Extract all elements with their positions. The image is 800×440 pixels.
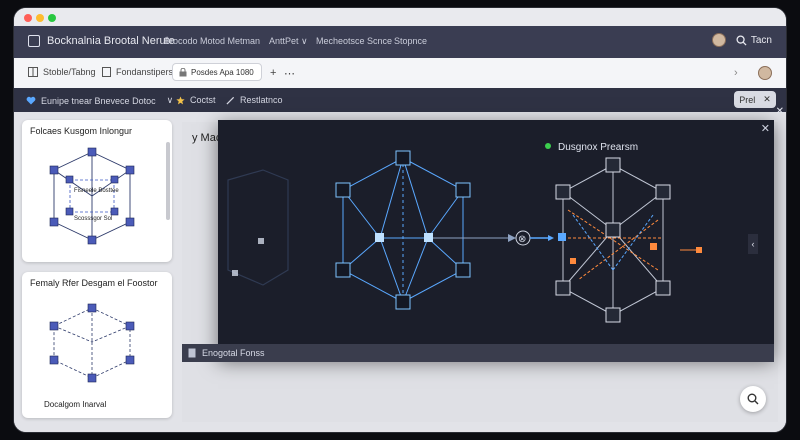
diagram-overlay[interactable]: ✕ ⊗ Dusgnox Prearsm ✕ bbox=[218, 106, 784, 358]
toolbar-item-2[interactable]: Fondanstiperst bbox=[102, 67, 176, 77]
search-button[interactable]: Tacn bbox=[736, 35, 772, 46]
close-icon: ✕ bbox=[763, 94, 771, 104]
toolbar-input[interactable]: Posdes Apa 1080 bbox=[172, 63, 262, 81]
avatar[interactable] bbox=[711, 33, 726, 47]
menu-item-4[interactable]: Stopnce bbox=[394, 36, 427, 46]
cube-diagram-small: Fisneele Bosttee Scosssgor Sol bbox=[49, 147, 135, 245]
pen-icon bbox=[226, 96, 235, 105]
close-window-button[interactable] bbox=[24, 14, 32, 22]
card-2-title: Femaly Rfer Desgam el Foostor bbox=[30, 278, 158, 288]
subbar-item-2-label: Coctst bbox=[190, 95, 216, 105]
diagram-card-1[interactable]: Folcaes Kusgom Inlongur Fisneele Bosttee bbox=[22, 120, 172, 262]
main-heading: y Mac bbox=[192, 132, 222, 144]
document-icon bbox=[102, 67, 111, 77]
toolbar-item-1-label: Stoble/Tabng bbox=[43, 67, 96, 77]
menu-bar: Bocknalnia Brootal Nerute Brocodo Motod … bbox=[14, 26, 786, 58]
maximize-window-button[interactable] bbox=[48, 14, 56, 22]
toolbar-item-1[interactable]: Stoble/Tabng bbox=[28, 67, 96, 77]
card-2-caption: Docalgom Inarval bbox=[44, 400, 107, 409]
toolbar-item-2-label: Fondanstiperst bbox=[116, 67, 176, 77]
search-label: Tacn bbox=[750, 34, 772, 46]
panel-close-button[interactable]: Prel ✕ bbox=[734, 91, 776, 108]
toolbar-input-value: Posdes Apa 1080 bbox=[191, 67, 254, 77]
favorite-item[interactable]: Eunipe tnear Bnevece Dotoc ∨ bbox=[26, 95, 173, 106]
minimize-window-button[interactable] bbox=[36, 14, 44, 22]
overlay-outer-close[interactable]: ✕ bbox=[776, 106, 784, 117]
search-icon bbox=[747, 393, 759, 405]
collapse-tab[interactable]: ‹ bbox=[748, 234, 758, 254]
app-logo-icon bbox=[28, 35, 40, 47]
subbar-item-3-label: Restlatnco bbox=[240, 95, 283, 105]
card-scrollbar[interactable] bbox=[166, 142, 170, 220]
document-icon bbox=[188, 348, 196, 358]
favorite-label: Eunipe tnear Bnevece Dotoc bbox=[41, 95, 156, 106]
app-title: Bocknalnia Brootal Nerute bbox=[47, 35, 175, 47]
menu-item-2[interactable]: AnttPet ∨ bbox=[269, 36, 308, 47]
menubar-right: Tacn bbox=[711, 33, 772, 47]
add-tab-button[interactable]: + bbox=[270, 67, 276, 79]
grid-icon bbox=[28, 67, 38, 77]
card-1-label-2: Scosssgor Sol bbox=[74, 216, 112, 222]
panel-close-label: Prel bbox=[739, 94, 756, 105]
sub-toolbar: Eunipe tnear Bnevece Dotoc ∨ Coctst Rest… bbox=[14, 88, 786, 112]
search-icon bbox=[736, 34, 747, 46]
lock-icon bbox=[179, 67, 187, 76]
overlay-arrow-badge: ⊗ bbox=[518, 234, 526, 245]
subbar-item-3[interactable]: Restlatnco bbox=[226, 95, 283, 105]
menu-item-3[interactable]: Mecheotsce Scnce bbox=[316, 36, 392, 46]
card-1-title: Folcaes Kusgom Inlongur bbox=[30, 126, 133, 136]
cube-diagram-small-2 bbox=[49, 303, 135, 383]
app-window: Bocknalnia Brootal Nerute Brocodo Motod … bbox=[14, 8, 786, 432]
footer-label: Enogotal Fonss bbox=[202, 348, 265, 358]
overlay-footer: Enogotal Fonss bbox=[182, 344, 774, 362]
toolbar-avatar[interactable] bbox=[758, 66, 772, 80]
forward-button[interactable]: › bbox=[734, 67, 738, 79]
floating-search-button[interactable] bbox=[740, 386, 766, 412]
card-1-label-1: Fisneele Bosttee bbox=[74, 188, 119, 194]
overlay-heading: Dusgnox Prearsm bbox=[558, 142, 638, 153]
app-title-group[interactable]: Bocknalnia Brootal Nerute bbox=[28, 35, 175, 47]
overlay-diagram: ⊗ Dusgnox Prearsm bbox=[227, 142, 702, 323]
star-icon bbox=[176, 95, 185, 104]
menu-item-1[interactable]: Brocodo Motod Metman bbox=[164, 36, 260, 46]
heart-icon bbox=[26, 96, 36, 105]
title-bar bbox=[14, 8, 786, 26]
chevron-down-icon: ∨ bbox=[166, 95, 174, 105]
more-options-button[interactable]: ⋯ bbox=[284, 67, 295, 80]
toolbar: Stoble/Tabng Fondanstiperst Posdes Apa 1… bbox=[14, 58, 786, 89]
diagram-card-2[interactable]: Femaly Rfer Desgam el Foostor Docalgom I… bbox=[22, 272, 172, 418]
subbar-item-2[interactable]: Coctst bbox=[176, 95, 216, 105]
